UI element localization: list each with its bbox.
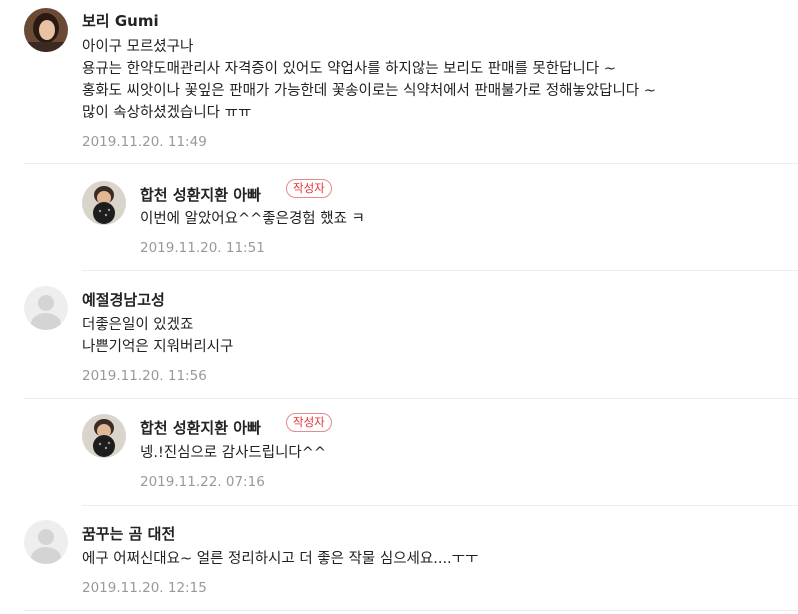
avatar[interactable] xyxy=(82,181,126,225)
comment-text-line: 용규는 한약도매관리사 자격증이 있어도 약업사를 하지않는 보리도 판매를 못… xyxy=(82,61,616,77)
author-badge: 작성자 xyxy=(286,179,332,198)
comment-text-line: 홍화도 씨앗이나 꽃잎은 판매가 가능한데 꽃송이로는 식약처에서 판매불가로 … xyxy=(82,83,656,99)
comment-timestamp: 2019.11.20. 11:49 xyxy=(82,134,207,150)
comment-divider xyxy=(24,163,798,164)
comment-text-line: 에구 어쩌신대요~ 얼른 정리하시고 더 좋은 작물 심으세요....ㅜㅜ xyxy=(82,551,479,567)
comment-author[interactable]: 합천 성환지환 아빠 xyxy=(140,417,261,438)
comment-timestamp: 2019.11.20. 12:15 xyxy=(82,580,207,596)
comment-text-line: 아이구 모르셨구나 xyxy=(82,39,194,55)
default-profile-icon xyxy=(24,520,68,564)
comment-text-line: 넹.!진심으로 감사드립니다^^ xyxy=(140,445,327,461)
author-badge: 작성자 xyxy=(286,413,332,432)
default-profile-icon xyxy=(24,286,68,330)
comment-divider xyxy=(82,270,798,271)
comment-divider xyxy=(24,398,798,399)
comment-author[interactable]: 꿈꾸는 곰 대전 xyxy=(82,523,175,544)
user-photo-icon xyxy=(82,181,126,225)
avatar[interactable] xyxy=(24,8,68,52)
avatar[interactable] xyxy=(82,414,126,458)
comment-timestamp: 2019.11.20. 11:51 xyxy=(140,240,265,256)
comment-divider xyxy=(24,610,798,611)
comment-text-line: 더좋은일이 있겠죠 xyxy=(82,317,194,333)
comment-text-line: 나쁜기억은 지워버리시구 xyxy=(82,339,234,355)
comment-timestamp: 2019.11.20. 11:56 xyxy=(82,368,207,384)
user-photo-icon xyxy=(24,8,68,52)
comment-author[interactable]: 보리 Gumi xyxy=(82,10,159,31)
avatar[interactable] xyxy=(24,286,68,330)
comment-author[interactable]: 예절경남고성 xyxy=(82,289,165,310)
comment-divider xyxy=(82,505,798,506)
comment-timestamp: 2019.11.22. 07:16 xyxy=(140,474,265,490)
comment-text-line: 이번에 알았어요^^좋은경험 했죠 ㅋ xyxy=(140,211,365,227)
user-photo-icon xyxy=(82,414,126,458)
avatar[interactable] xyxy=(24,520,68,564)
comment-author[interactable]: 합천 성환지환 아빠 xyxy=(140,184,261,205)
comment-text-line: 많이 속상하셨겠습니다 ㅠㅠ xyxy=(82,105,252,121)
